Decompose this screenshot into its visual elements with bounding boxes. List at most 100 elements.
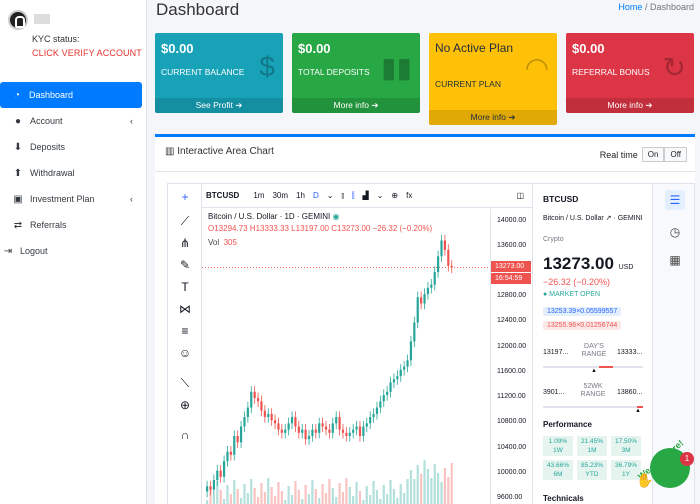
trendline-icon[interactable]: ⟋ — [177, 214, 193, 229]
sidebar-item-account[interactable]: ● Account ‹ — [0, 108, 147, 134]
volume-bar — [294, 481, 297, 504]
realtime-on-button[interactable]: On — [641, 147, 665, 162]
crosshair-icon[interactable]: + — [177, 190, 193, 204]
total-deposits-value: $0.00 — [298, 41, 331, 56]
chat-widget[interactable]: We Are Here! ✋ 1 — [636, 434, 694, 492]
current-plan-box: No Active Plan CURRENT PLAN ◠ More info … — [429, 33, 557, 125]
sidebar-item-dashboard[interactable]: ◔ Dashboard — [0, 82, 142, 108]
interval-d[interactable]: D — [309, 191, 323, 200]
price-axis[interactable]: 13273.00 16:54:59 14000.00 13600.00 12800.… — [490, 209, 532, 504]
candle — [406, 360, 409, 367]
divider — [155, 171, 695, 172]
formula-icon[interactable]: fx — [402, 191, 416, 200]
candle — [450, 265, 453, 268]
perf-1w: 1.09% 1W — [543, 436, 573, 456]
referral-bonus-box: $0.00 REFERRAL BONUS ↻ More info ➔ — [566, 33, 694, 113]
chevron-down-icon[interactable]: ⌄ — [323, 191, 338, 200]
card-title-text: Interactive Area Chart — [177, 146, 274, 157]
zoom-in-icon[interactable]: ⊕ — [177, 398, 193, 412]
upload-icon: ⬆ — [13, 167, 23, 179]
text-icon[interactable]: T — [177, 280, 193, 294]
volume-bar — [443, 468, 447, 504]
candle — [331, 423, 334, 433]
current-balance-box: $0.00 CURRENT BALANCE $ See Profit ➔ — [155, 33, 283, 113]
price-plot[interactable] — [202, 209, 490, 504]
sidebar-item-label: Account — [30, 116, 63, 126]
symbol-selector[interactable]: BTCUSD — [202, 191, 249, 200]
sidebar-item-label: Withdrawal — [30, 168, 75, 178]
volume-bar — [219, 490, 222, 504]
breadcrumb-current: Dashboard — [649, 2, 694, 12]
pattern-icon[interactable]: ⋈ — [177, 302, 193, 316]
perf-6m: 43.66% 6M — [543, 460, 573, 480]
breadcrumb-home-link[interactable]: Home — [618, 2, 642, 12]
avatar[interactable] — [8, 10, 28, 30]
details-list-icon[interactable]: ☰ — [665, 190, 685, 210]
magnet-icon[interactable]: ∩ — [177, 428, 193, 442]
sidebar-item-withdrawal[interactable]: ⬆ Withdrawal — [0, 160, 147, 186]
interval-30m[interactable]: 30m — [268, 191, 292, 200]
week52-high: 13860... — [617, 389, 643, 396]
candle — [206, 486, 209, 492]
card-title: ▥ Interactive Area Chart — [165, 146, 274, 157]
volume-bar — [318, 498, 321, 504]
measure-lines-icon[interactable]: ≡ — [177, 324, 193, 338]
candle — [386, 391, 389, 395]
plan-more-info-link[interactable]: More info ➔ — [429, 110, 557, 125]
referral-more-info-link[interactable]: More info ➔ — [566, 98, 694, 113]
volume-bar — [430, 478, 433, 504]
brush-icon[interactable]: ✎ — [177, 258, 193, 272]
chart-topbar: BTCUSD 1m 30m 1h D ⌄ ⫾ ⫿ ▟ ⌄ ⊕ fx ◫ — [202, 184, 532, 208]
candle — [253, 391, 256, 399]
volume-bar — [280, 491, 283, 504]
sidebar-item-logout[interactable]: ⇥ Logout — [0, 238, 147, 264]
candle — [263, 410, 266, 418]
sidebar-item-investment-plan[interactable]: ▣ Investment Plan ‹ — [0, 186, 147, 212]
candle — [443, 240, 447, 250]
candle — [430, 284, 433, 288]
sidebar-item-referrals[interactable]: ⇄ Referrals — [0, 212, 147, 238]
interval-1m[interactable]: 1m — [249, 191, 268, 200]
sidebar-item-deposits[interactable]: ⬇ Deposits — [0, 134, 147, 160]
gauge-icon: ◠ — [524, 52, 549, 83]
volume-bar — [338, 483, 341, 504]
bar-style-icon[interactable]: ⫾ — [337, 191, 348, 201]
camera-icon[interactable]: ◫ — [512, 191, 532, 200]
volume-bar — [379, 499, 382, 504]
add-indicator-icon[interactable]: ⊕ — [387, 191, 402, 200]
calendar-icon[interactable]: ▦ — [665, 250, 685, 270]
candle — [345, 432, 348, 436]
volume-bar — [341, 492, 345, 504]
deposits-more-info-link[interactable]: More info ➔ — [292, 98, 420, 113]
briefcase-icon: ▣ — [13, 193, 23, 205]
see-profit-link[interactable]: See Profit ➔ — [155, 98, 283, 113]
interval-1h[interactable]: 1h — [292, 191, 309, 200]
chevron-down-icon[interactable]: ⌄ — [373, 191, 388, 200]
fork-icon[interactable]: ⋔ — [177, 236, 193, 250]
perf-1m: 21.45% 1M — [577, 436, 607, 456]
volume-bar — [273, 496, 277, 504]
details-currency: USD — [618, 264, 634, 271]
clock-icon[interactable]: ◷ — [665, 222, 685, 242]
candle — [338, 417, 341, 430]
volume-bar — [263, 492, 266, 504]
verify-account-link[interactable]: CLICK VERIFY ACCOUNT — [32, 48, 142, 58]
week52-low: 3901... — [543, 389, 565, 396]
candle — [392, 379, 396, 383]
volume-bar — [365, 486, 368, 504]
volume-bar — [222, 499, 226, 504]
volume-bar — [277, 482, 280, 504]
ruler-icon[interactable]: ⟍ — [177, 376, 193, 391]
candle — [267, 413, 270, 418]
axis-tick-label: 11600.00 — [497, 367, 526, 375]
candle — [294, 417, 297, 427]
volume-bar — [297, 490, 300, 504]
realtime-off-button[interactable]: Off — [664, 147, 687, 162]
bar-chart-icon: ▮▮ — [381, 52, 412, 83]
volume-bar — [304, 485, 307, 504]
candle-style-icon[interactable]: ⫿ — [348, 191, 359, 201]
area-style-icon[interactable]: ▟ — [359, 191, 373, 200]
exchange-icon: ⇄ — [13, 219, 23, 231]
volume-bar — [426, 469, 430, 504]
emoji-icon[interactable]: ☺ — [177, 346, 193, 360]
